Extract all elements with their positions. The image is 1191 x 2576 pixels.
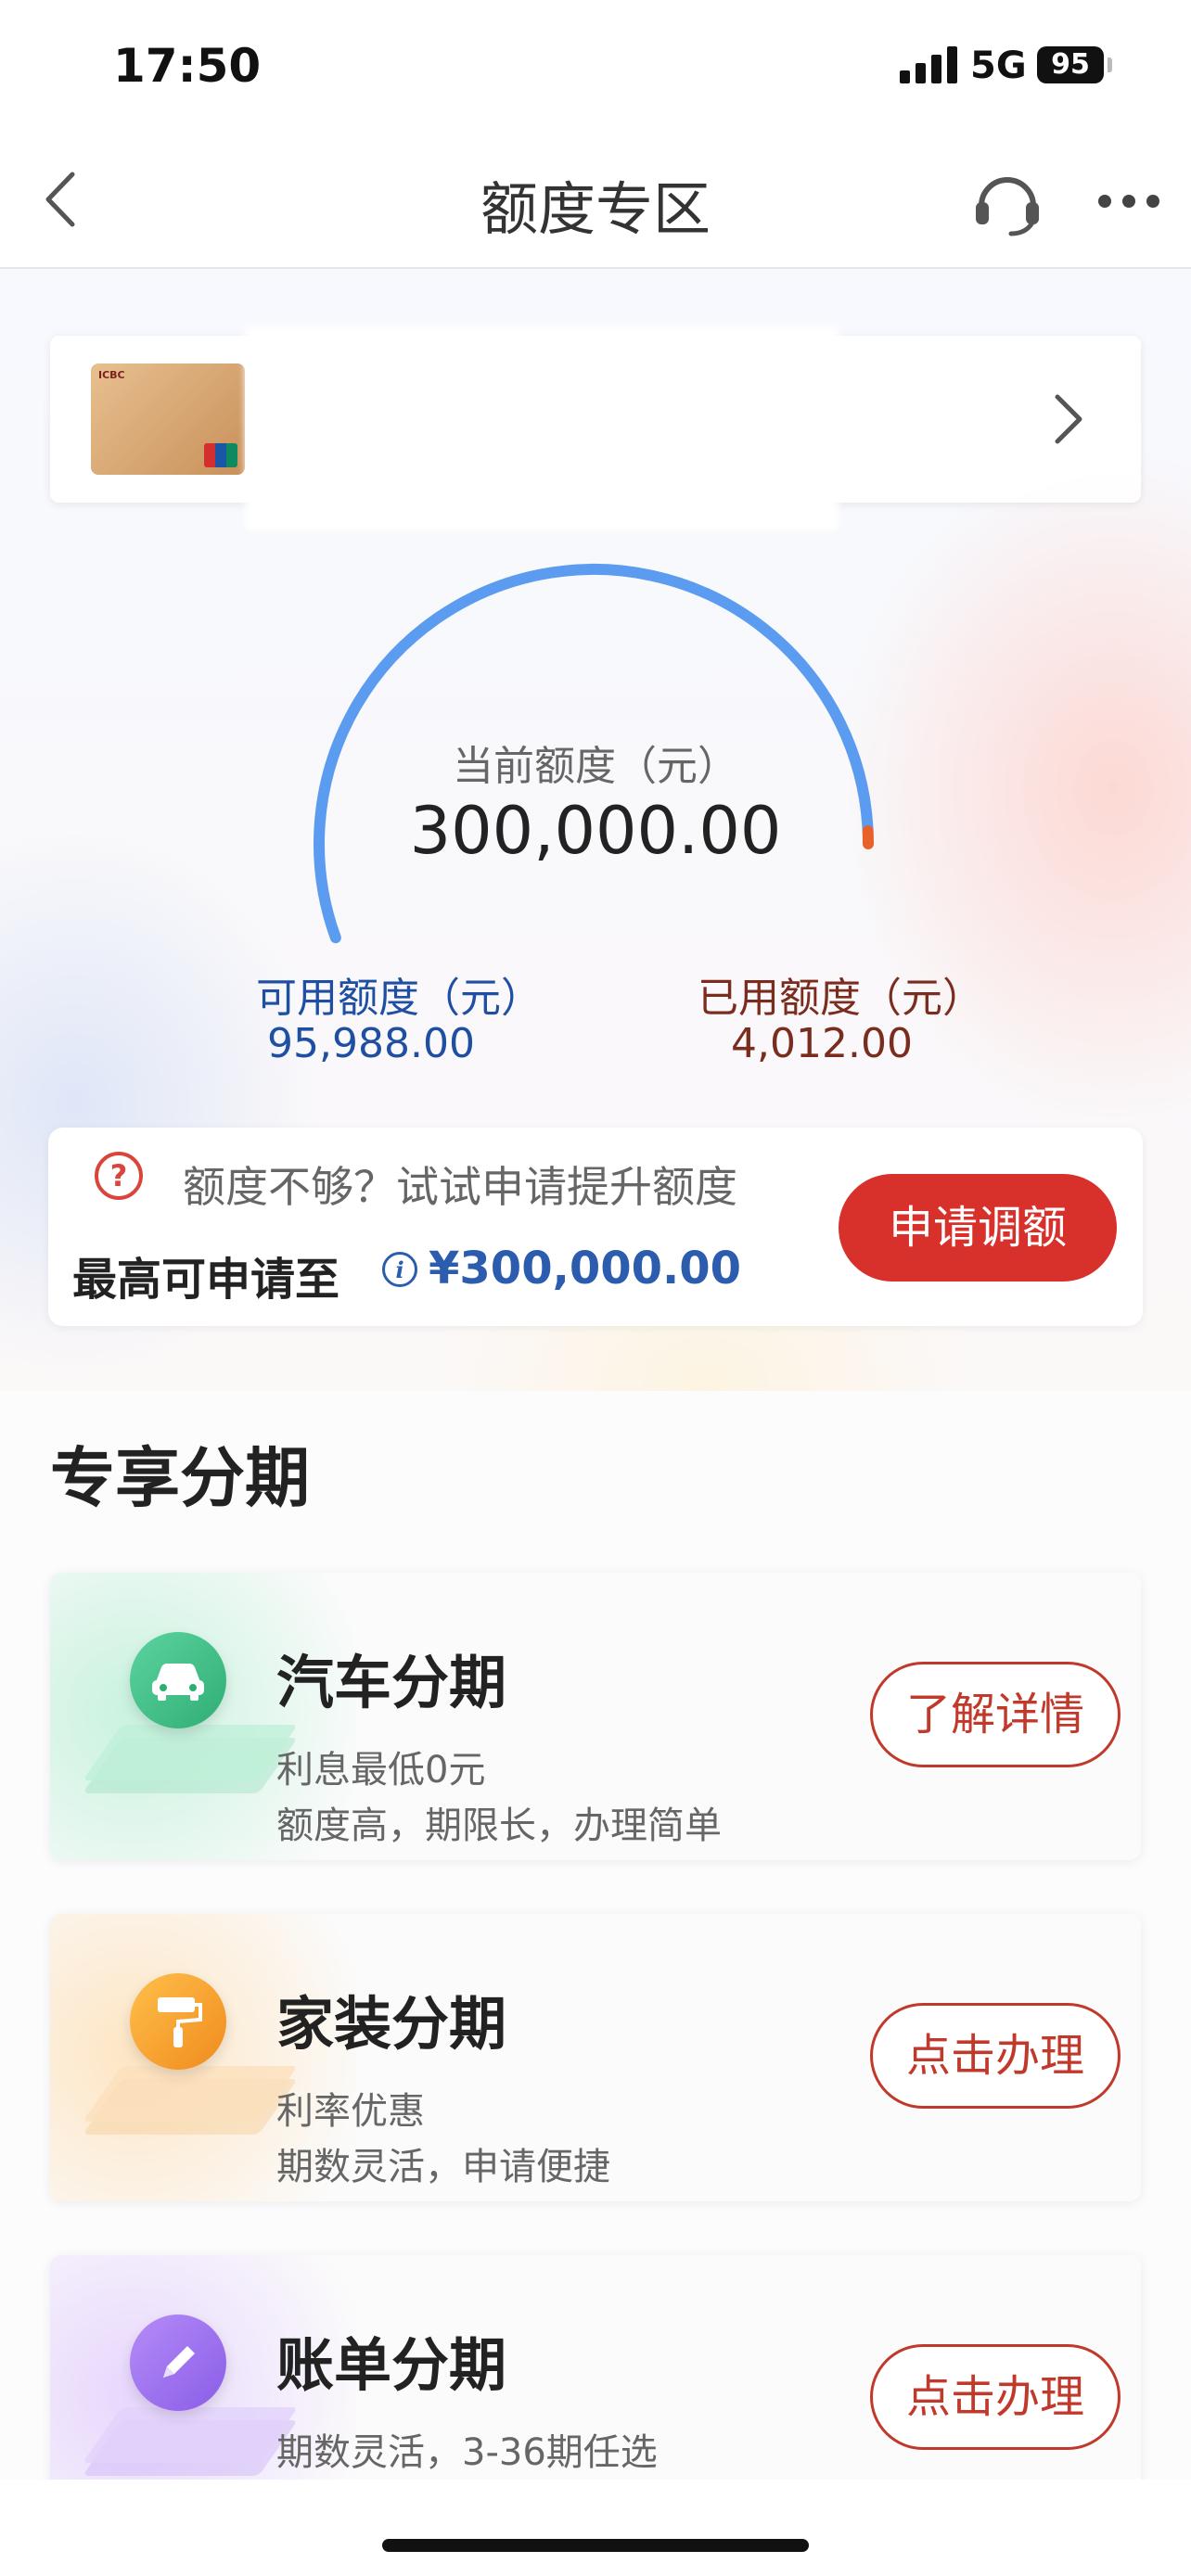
product-desc-1: 利息最低0元 xyxy=(276,1749,486,1792)
apply-button[interactable]: 点击办理 xyxy=(870,2344,1121,2450)
battery-tip xyxy=(1108,57,1112,72)
battery-icon: 95 xyxy=(1037,46,1104,83)
network-label: 5G xyxy=(970,45,1027,87)
unionpay-icon xyxy=(204,443,237,467)
product-desc-2: 期数灵活，申请便捷 xyxy=(276,2146,610,2188)
customer-service-icon[interactable] xyxy=(970,165,1044,239)
card-selector[interactable]: ICBC xyxy=(50,326,1141,530)
product-name: 家装分期 xyxy=(276,1990,507,2058)
apply-adjust-button[interactable]: 申请调额 xyxy=(839,1174,1117,1282)
available-credit-value: 95,988.00 xyxy=(267,1020,475,1067)
home-indicator[interactable] xyxy=(382,2539,809,2552)
more-icon[interactable] xyxy=(1098,195,1159,210)
used-credit-value: 4,012.00 xyxy=(731,1020,913,1067)
product-card-home[interactable]: 家装分期 利率优惠 期数灵活，申请便捷 点击办理 xyxy=(50,1914,1141,2201)
product-card-car[interactable]: 汽车分期 利息最低0元 额度高，期限长，办理简单 了解详情 xyxy=(50,1573,1141,1860)
product-name: 汽车分期 xyxy=(276,1649,507,1716)
product-desc-2: 额度高，期限长，办理简单 xyxy=(276,1804,722,1847)
info-icon[interactable]: i xyxy=(382,1252,417,1287)
max-apply-label: 最高可申请至 xyxy=(72,1254,340,1306)
product-name: 账单分期 xyxy=(276,2331,507,2399)
status-time: 17:50 xyxy=(113,39,262,93)
learn-more-button[interactable]: 了解详情 xyxy=(870,1662,1121,1767)
car-icon xyxy=(82,1632,299,1799)
redacted-card-info xyxy=(245,326,839,530)
used-credit-label: 已用额度（元） xyxy=(698,975,983,1022)
max-apply-value: ¥300,000.00 xyxy=(429,1243,742,1294)
available-credit-label: 可用额度（元） xyxy=(256,975,542,1022)
apply-button[interactable]: 点击办理 xyxy=(870,2003,1121,2109)
chevron-right-icon xyxy=(1055,394,1082,444)
pencil-icon xyxy=(82,2315,299,2481)
nav-divider xyxy=(0,267,1191,269)
signal-icon xyxy=(900,46,957,83)
bank-logo-icon: ICBC xyxy=(98,369,125,381)
raise-hint: 额度不够？试试申请提升额度 xyxy=(183,1162,737,1212)
question-icon: ? xyxy=(95,1152,143,1200)
bottom-safe-area xyxy=(0,2480,1191,2576)
paint-roller-icon xyxy=(82,1973,299,2140)
product-desc-1: 期数灵活，3-36期任选 xyxy=(276,2431,658,2474)
current-credit-label: 当前额度（元） xyxy=(453,743,738,790)
current-credit-value: 300,000.00 xyxy=(409,793,782,869)
section-title: 专享分期 xyxy=(50,1440,310,1516)
credit-raise-panel: ? 额度不够？试试申请提升额度 最高可申请至 i ¥300,000.00 申请调… xyxy=(48,1128,1143,1326)
card-image: ICBC xyxy=(91,363,245,475)
product-desc-1: 利率优惠 xyxy=(276,2090,425,2133)
